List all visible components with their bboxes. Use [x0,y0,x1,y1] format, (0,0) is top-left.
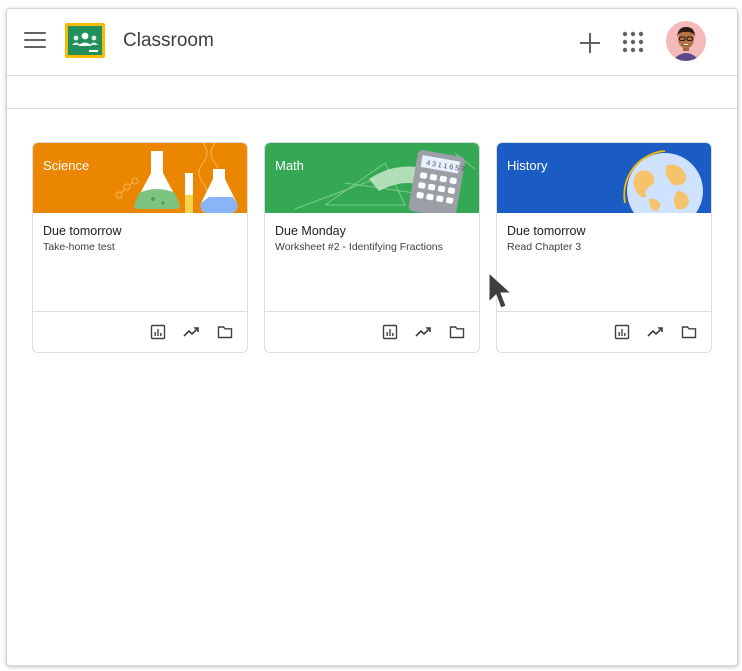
gradebook-icon[interactable] [382,324,398,340]
course-card-header[interactable]: Science [33,143,247,213]
trending-up-icon[interactable] [415,324,431,340]
course-name: Math [275,158,304,173]
hamburger-line [24,32,46,34]
apps-grid-icon[interactable] [621,30,645,54]
course-card-science: Science Due tomorrow Take-home test [32,142,248,353]
history-banner-image [497,143,711,213]
folder-icon[interactable] [681,324,697,340]
gradebook-icon[interactable] [150,324,166,340]
course-card-history: History Due tomorrow Read Chapter 3 [496,142,712,353]
course-name: Science [43,158,90,173]
course-card-header[interactable]: History [497,143,711,213]
due-date-label[interactable]: Due tomorrow [507,224,701,238]
hamburger-line [24,39,46,41]
gradebook-icon[interactable] [614,324,630,340]
trending-up-icon[interactable] [647,324,663,340]
assignment-title[interactable]: Read Chapter 3 [507,241,701,253]
mouse-pointer-icon [488,272,513,309]
course-card-header[interactable]: 4 3 1 1 6 5 7 Math [265,143,479,213]
user-avatar[interactable] [666,21,706,61]
folder-icon[interactable] [449,324,465,340]
secondary-bar [7,76,737,109]
due-date-label[interactable]: Due Monday [275,224,469,238]
folder-icon[interactable] [217,324,233,340]
trending-up-icon[interactable] [183,324,199,340]
due-date-label[interactable]: Due tomorrow [43,224,237,238]
plus-icon[interactable] [576,29,604,57]
course-name: History [507,158,548,173]
card-body: Due tomorrow Read Chapter 3 [497,213,711,312]
assignment-title[interactable]: Worksheet #2 - Identifying Fractions [275,241,469,253]
card-body: Due Monday Worksheet #2 - Identifying Fr… [265,213,479,312]
assignment-title[interactable]: Take-home test [43,241,237,253]
science-banner-image [33,143,247,213]
math-banner-image: 4 3 1 1 6 5 7 [265,143,479,213]
classroom-logo-icon[interactable] [65,23,105,58]
course-card-math: 4 3 1 1 6 5 7 Math Due Monday Worksheet … [264,142,480,353]
main-menu-button[interactable] [24,32,46,50]
card-footer [33,312,247,351]
top-app-bar: Classroom [7,9,737,76]
hamburger-line [24,46,46,48]
app-title: Classroom [123,30,214,51]
card-footer [497,312,711,351]
app-window: Classroom Science Due tomorrow Take-home… [6,8,738,666]
card-footer [265,312,479,351]
card-body: Due tomorrow Take-home test [33,213,247,312]
